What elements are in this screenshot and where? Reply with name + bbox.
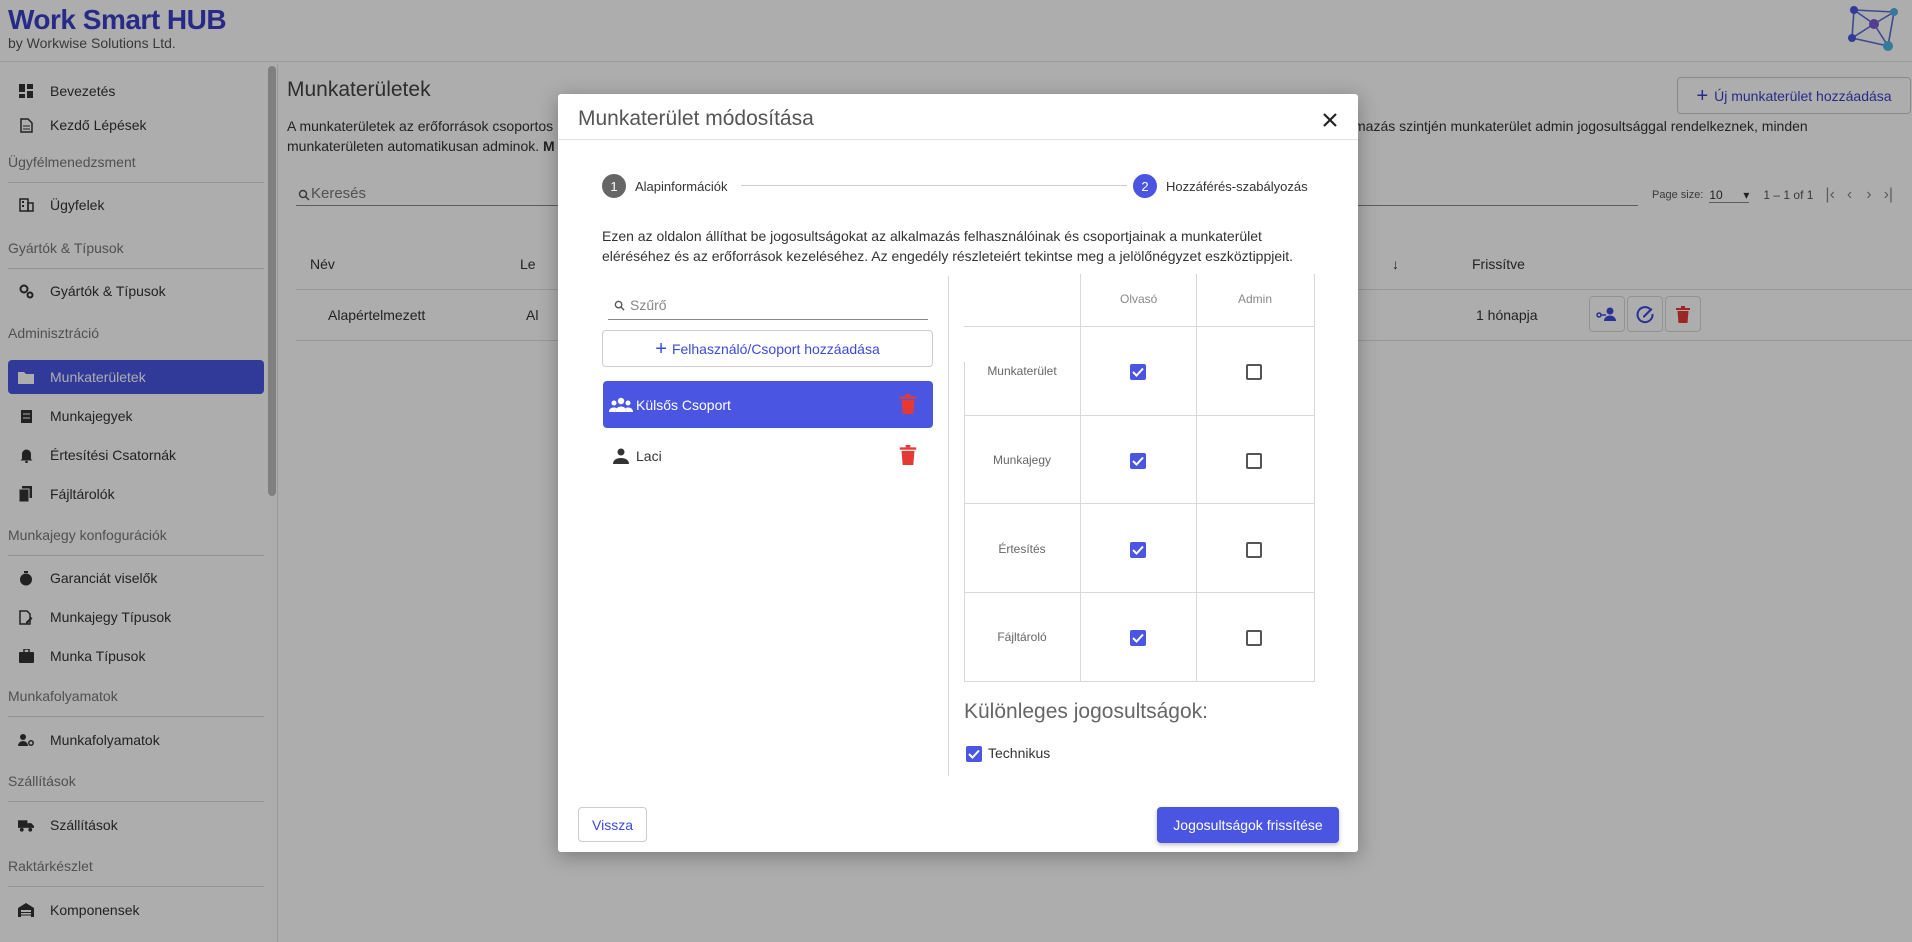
permission-row-label: Munkaterület [987,364,1057,378]
panel-divider [948,276,949,776]
permission-table: Olvasó Admin Munkaterület Munkajegy Érte… [964,274,1315,682]
checkbox-fajltarolo-admin[interactable] [1246,630,1262,646]
special-permissions-title: Különleges jogosultságok: [964,700,1209,723]
close-button[interactable] [1316,106,1344,134]
principal-item-group[interactable]: Külsős Csoport [603,381,933,428]
search-icon [614,300,625,311]
principal-item-user[interactable]: Laci [603,432,933,479]
filter-input[interactable] [630,294,920,316]
checkbox-munkaterulet-reader[interactable] [1130,364,1146,380]
grid-line [1080,274,1081,682]
dialog-intro-text: Ezen az oldalon állíthat be jogosultságo… [602,226,1318,266]
check-icon [1132,633,1144,643]
step-number: 2 [1133,174,1157,198]
check-icon [1132,367,1144,377]
close-icon [1323,113,1337,127]
column-header-reader: Olvasó [1120,292,1158,306]
add-user-group-button[interactable]: + Felhasználó/Csoport hozzáadása [602,330,933,367]
person-icon [609,444,633,468]
check-icon [1132,545,1144,555]
group-icon [609,393,633,417]
intro-line: Ezen az oldalon állíthat be jogosultságo… [602,228,1262,244]
grid-line [964,592,1315,593]
permission-row-label: Fájltároló [997,630,1047,644]
technikus-label: Technikus [988,745,1051,761]
dialog-divider [558,139,1358,140]
step-number: 1 [602,174,626,198]
back-button[interactable]: Vissza [578,807,647,842]
grid-line [964,415,1315,416]
trash-icon[interactable] [899,445,917,465]
update-permissions-button[interactable]: Jogosultságok frissítése [1157,807,1339,843]
column-header-admin: Admin [1238,292,1273,306]
edit-workspace-dialog: Munkaterület módosítása 1 Alapinformáció… [558,94,1358,852]
trash-icon[interactable] [899,394,917,414]
check-icon [968,749,980,759]
step-1[interactable]: 1 Alapinformációk [602,174,728,198]
checkbox-ertesites-reader[interactable] [1130,542,1146,558]
step-label: Hozzáférés-szabályozás [1166,178,1308,194]
principal-name: Külsős Csoport [636,396,731,413]
add-user-group-label: Felhasználó/Csoport hozzáadása [671,340,880,357]
checkbox-ertesites-admin[interactable] [1246,542,1262,558]
permission-row-label: Értesítés [998,542,1046,556]
grid-line [964,326,1315,327]
grid-line [964,681,1315,682]
checkbox-munkajegy-reader[interactable] [1130,453,1146,469]
stepper-connector [741,185,1127,186]
step-label: Alapinformációk [635,178,728,194]
checkbox-munkajegy-admin[interactable] [1246,453,1262,469]
grid-line [1314,274,1315,682]
check-icon [1132,456,1144,466]
checkbox-munkaterulet-admin[interactable] [1246,364,1262,380]
principal-name: Laci [636,447,662,464]
checkbox-technikus[interactable] [966,746,982,762]
plus-icon: + [655,337,667,360]
permission-row-label: Munkajegy [992,453,1052,467]
step-2[interactable]: 2 Hozzáférés-szabályozás [1133,174,1308,198]
grid-line [964,503,1315,504]
intro-line: eléréséhez és az erőforrások kezeléséhez… [602,248,1294,264]
dialog-title: Munkaterület módosítása [578,107,814,130]
grid-line [1196,274,1197,682]
filter-field [608,290,928,320]
checkbox-fajltarolo-reader[interactable] [1130,630,1146,646]
